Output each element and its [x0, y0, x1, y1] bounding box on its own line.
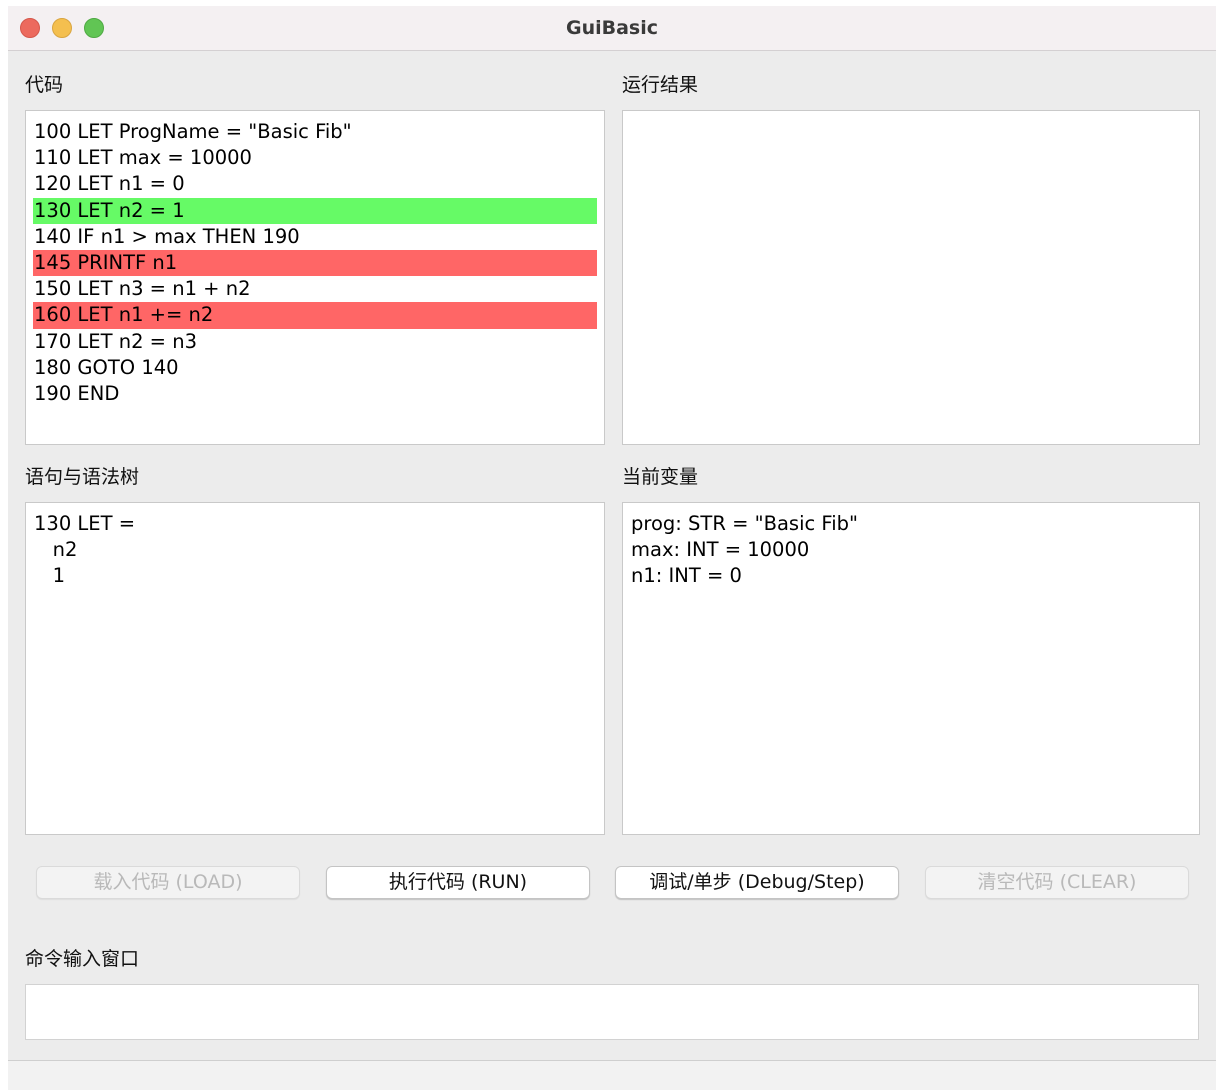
- code-line: 130 LET n2 = 1: [33, 197, 597, 224]
- syntax-tree-view[interactable]: 130 LET = n2 1: [25, 502, 605, 835]
- code-line: 110 LET max = 10000: [34, 146, 252, 170]
- code-line: 120 LET n1 = 0: [34, 172, 185, 196]
- variable-line: n1: INT = 0: [631, 564, 742, 588]
- code-line: 100 LET ProgName = "Basic Fib": [34, 120, 352, 143]
- code-line: 180 GOTO 140: [34, 355, 179, 379]
- syntax-tree-line: 130 LET =: [34, 512, 136, 535]
- code-editor[interactable]: 100 LET ProgName = "Basic Fib" 110 LET ma…: [25, 110, 605, 445]
- command-input-label: 命令输入窗口: [25, 948, 140, 970]
- app-window: GuiBasic 代码 100 LET ProgName = "Basic Fi…: [8, 6, 1216, 1090]
- syntax-lines: 130 LET = n2 1: [33, 511, 597, 590]
- result-output[interactable]: [622, 110, 1200, 445]
- debug-step-button[interactable]: 调试/单步 (Debug/Step): [615, 866, 899, 899]
- code-line: 140 IF n1 > max THEN 190: [34, 224, 300, 248]
- code-panel-label: 代码: [25, 74, 64, 96]
- variables-view[interactable]: prog: STR = "Basic Fib" max: INT = 10000 n…: [622, 502, 1200, 835]
- window-title: GuiBasic: [565, 17, 659, 39]
- load-code-button[interactable]: 载入代码 (LOAD): [36, 866, 300, 899]
- variable-line: max: INT = 10000: [631, 538, 810, 562]
- code-line: 145 PRINTF n1: [33, 249, 597, 277]
- code-line: 150 LET n3 = n1 + n2: [34, 277, 251, 301]
- code-line: 160 LET n1 += n2: [33, 302, 597, 329]
- code-line: 190 END: [34, 381, 120, 405]
- syntax-tree-line: 1: [34, 564, 66, 588]
- command-input[interactable]: [25, 984, 1199, 1040]
- clear-code-button[interactable]: 清空代码 (CLEAR): [925, 866, 1189, 899]
- vars-panel-label: 当前变量: [622, 466, 699, 488]
- code-line: 170 LET n2 = n3: [34, 329, 197, 353]
- run-code-button[interactable]: 执行代码 (RUN): [326, 866, 590, 899]
- result-panel-label: 运行结果: [622, 74, 699, 96]
- syntax-panel-label: 语句与语法树: [25, 466, 140, 488]
- syntax-tree-line: n2: [34, 538, 78, 562]
- variables-lines: prog: STR = "Basic Fib" max: INT = 10000 n…: [630, 511, 1192, 590]
- title-bar[interactable]: GuiBasic: [8, 6, 1216, 51]
- variable-line: prog: STR = "Basic Fib": [631, 512, 858, 535]
- code-lines: 100 LET ProgName = "Basic Fib" 110 LET ma…: [33, 119, 597, 407]
- status-bar: [8, 1060, 1216, 1090]
